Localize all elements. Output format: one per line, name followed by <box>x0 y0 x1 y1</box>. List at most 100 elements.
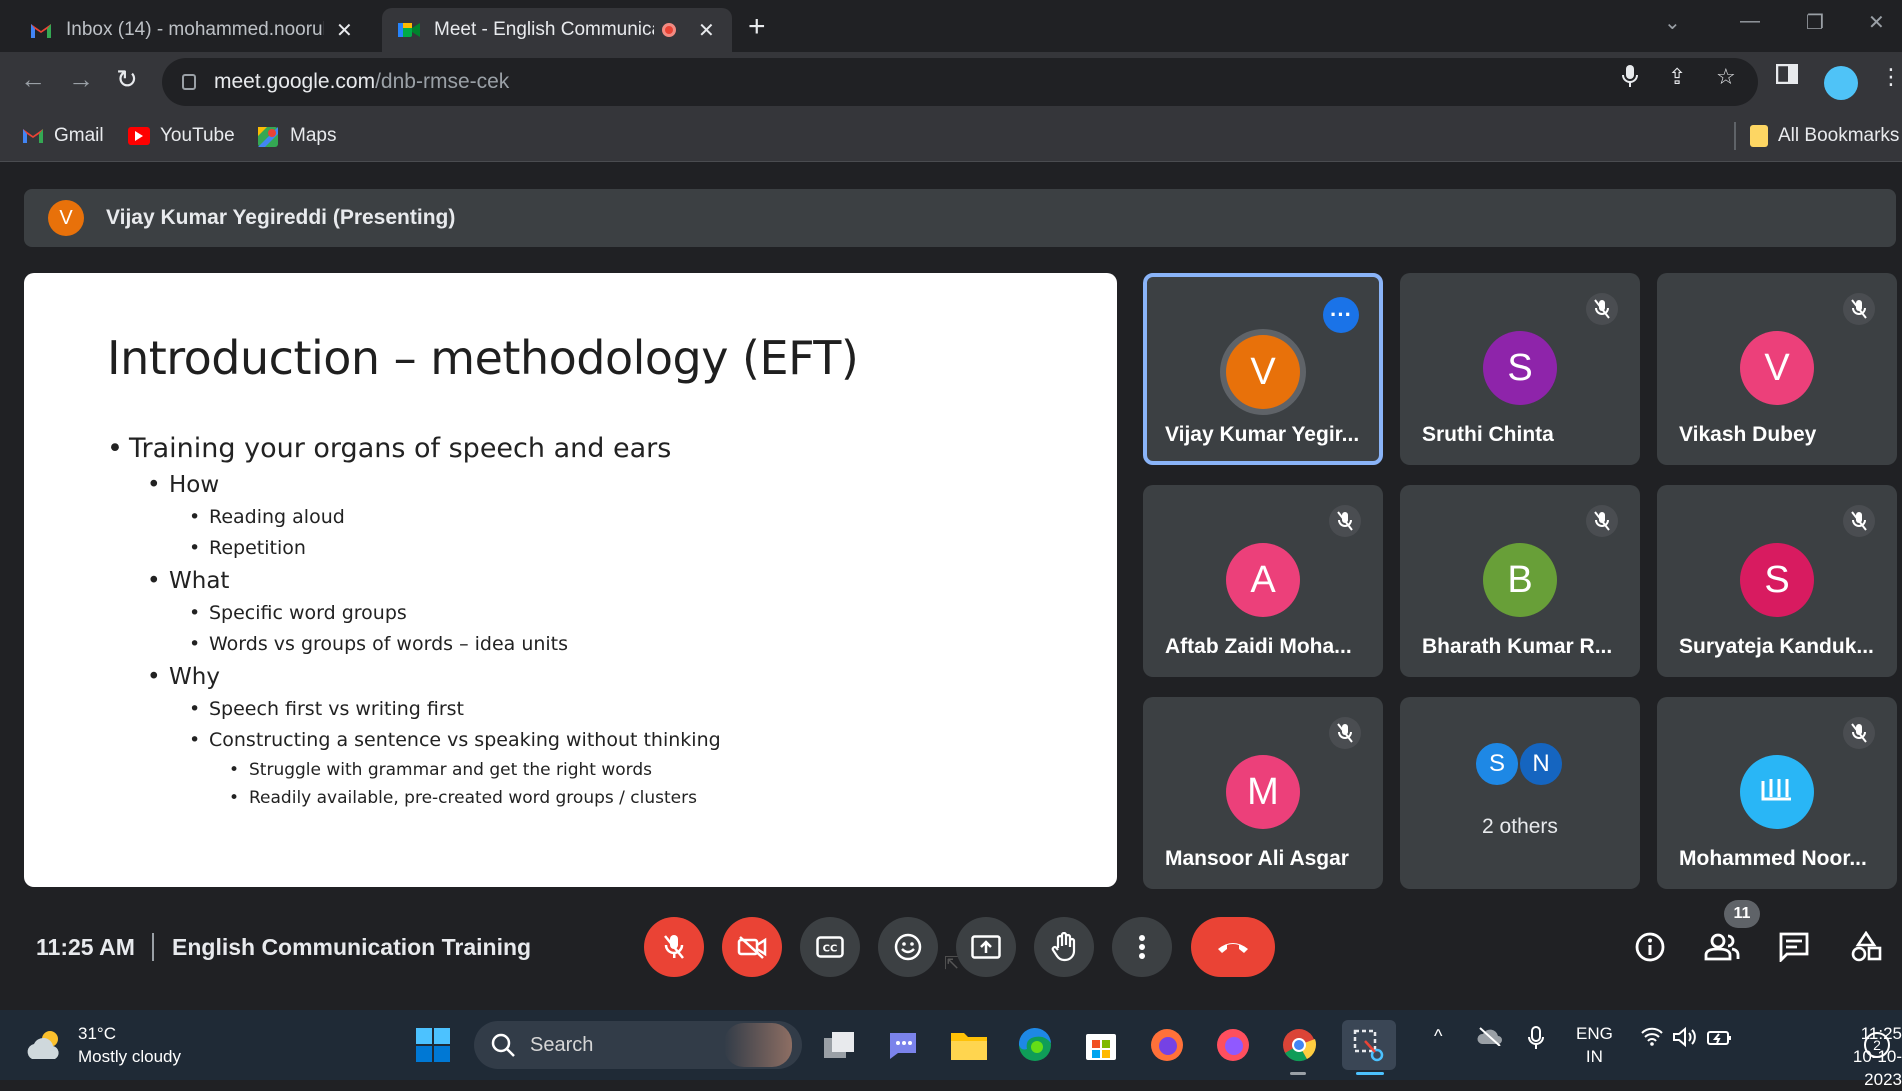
present-screen-button[interactable] <box>956 917 1016 977</box>
camera-toggle-button[interactable] <box>722 917 782 977</box>
participant-count-badge: 11 <box>1724 900 1760 928</box>
address-bar[interactable]: meet.google.com/dnb-rmse-cek <box>162 58 1758 106</box>
url-text[interactable]: meet.google.com/dnb-rmse-cek <box>214 70 509 94</box>
onedrive-cloud-icon[interactable] <box>1476 1026 1504 1051</box>
captions-button[interactable]: CC <box>800 917 860 977</box>
share-icon[interactable]: ⇪ <box>1668 64 1686 90</box>
tab-google-meet[interactable]: Meet - English Communicati ✕ <box>382 8 732 52</box>
bookmark-youtube[interactable]: YouTube <box>128 125 235 147</box>
tab-gmail-inbox[interactable]: Inbox (14) - mohammed.noorull ✕ <box>14 8 376 52</box>
folder-icon <box>951 1033 987 1060</box>
snipping-tool-app[interactable] <box>1342 1020 1396 1070</box>
slide-bullet: Readily available, pre-created word grou… <box>107 788 721 808</box>
participant-profile-picture <box>1740 755 1814 829</box>
participant-tile[interactable]: S Suryateja Kanduk... <box>1657 485 1897 677</box>
participant-name: Bharath Kumar R... <box>1422 635 1613 658</box>
all-bookmarks-folder[interactable]: All Bookmarks <box>1750 125 1899 147</box>
close-window-icon[interactable]: ✕ <box>1868 10 1885 35</box>
store-icon <box>1086 1034 1116 1060</box>
participant-tile[interactable]: S Sruthi Chinta <box>1400 273 1640 465</box>
hand-icon <box>1051 932 1076 962</box>
firefox-private-app[interactable] <box>1214 1026 1252 1064</box>
notification-count-badge[interactable]: 2 <box>1864 1032 1890 1058</box>
taskbar-search-box[interactable]: Search <box>474 1021 802 1069</box>
edge-app[interactable] <box>1016 1026 1054 1064</box>
tab-search-chevron-icon[interactable]: ⌄ <box>1664 10 1681 35</box>
folder-icon <box>1750 125 1768 147</box>
chrome-app[interactable] <box>1280 1026 1318 1064</box>
people-icon <box>1704 933 1740 961</box>
participant-tile[interactable]: Mohammed Noor... <box>1657 697 1897 889</box>
bookmark-gmail[interactable]: Gmail <box>22 125 104 147</box>
slide-bullet: Specific word groups <box>107 602 721 624</box>
weather-widget[interactable]: 31°C Mostly cloudy <box>24 1022 181 1068</box>
tab-title: Meet - English Communicati <box>434 19 654 40</box>
more-options-button[interactable] <box>1112 917 1172 977</box>
restore-icon[interactable]: ❐ <box>1806 10 1824 35</box>
slide-title: Introduction – methodology (EFT) <box>107 331 859 385</box>
browser-menu-icon[interactable]: ⋮ <box>1880 64 1902 90</box>
forward-arrow-icon[interactable]: → <box>68 64 94 95</box>
gmail-icon <box>22 127 44 145</box>
activities-button[interactable] <box>1846 927 1886 967</box>
svg-text:CC: CC <box>823 944 838 955</box>
leave-call-button[interactable] <box>1191 917 1275 977</box>
microphone-icon[interactable] <box>1528 1026 1544 1055</box>
mic-off-icon <box>1586 293 1618 325</box>
gmail-icon <box>30 19 52 41</box>
mic-off-icon <box>1329 505 1361 537</box>
hang-up-phone-icon <box>1218 943 1248 953</box>
close-tab-icon[interactable]: ✕ <box>698 18 715 43</box>
file-explorer-app[interactable] <box>950 1026 988 1064</box>
more-options-icon[interactable]: ··· <box>1323 297 1359 333</box>
bookmark-label: YouTube <box>160 125 235 146</box>
task-view-button[interactable] <box>820 1026 858 1064</box>
back-arrow-icon[interactable]: ← <box>20 64 46 95</box>
chat-button[interactable] <box>1774 927 1814 967</box>
raise-hand-button[interactable] <box>1034 917 1094 977</box>
volume-icon[interactable] <box>1672 1026 1698 1053</box>
bookmarks-bar: Gmail YouTube Maps All Bookmarks <box>0 112 1902 162</box>
windows-logo-icon <box>416 1028 450 1062</box>
others-tile[interactable]: S N 2 others <box>1400 697 1640 889</box>
wifi-icon[interactable] <box>1640 1026 1664 1051</box>
search-label: Search <box>530 1033 594 1056</box>
microsoft-store-app[interactable] <box>1082 1026 1120 1064</box>
slide-bullet: Words vs groups of words – idea units <box>107 633 721 655</box>
search-highlight-image <box>724 1023 792 1067</box>
reactions-button[interactable] <box>878 917 938 977</box>
microphone-indicator-icon[interactable] <box>1622 64 1638 94</box>
participant-mini-avatar: N <box>1518 741 1564 787</box>
reload-icon[interactable]: ↻ <box>116 64 138 95</box>
participant-tile[interactable]: M Mansoor Ali Asgar <box>1143 697 1383 889</box>
participant-tile[interactable]: ··· V Vijay Kumar Yegir... <box>1143 273 1383 465</box>
bookmark-star-icon[interactable]: ☆ <box>1716 64 1736 90</box>
show-hidden-icons-chevron-icon[interactable]: ^ <box>1434 1026 1442 1047</box>
presenter-name: Vijay Kumar Yegireddi (Presenting) <box>106 206 456 229</box>
participant-mini-avatar: S <box>1474 741 1520 787</box>
close-tab-icon[interactable]: ✕ <box>336 18 353 43</box>
microphone-toggle-button[interactable] <box>644 917 704 977</box>
meeting-details-button[interactable] <box>1630 927 1670 967</box>
bookmark-maps[interactable]: Maps <box>258 125 336 147</box>
side-panel-icon[interactable] <box>1775 63 1799 90</box>
profile-avatar[interactable] <box>1824 66 1858 100</box>
chat-bubble-icon <box>890 1033 916 1059</box>
battery-charging-icon[interactable] <box>1706 1026 1732 1053</box>
participant-name: Mohammed Noor... <box>1679 847 1867 870</box>
windows-start-button[interactable] <box>414 1026 452 1064</box>
participant-tile[interactable]: A Aftab Zaidi Moha... <box>1143 485 1383 677</box>
minimize-icon[interactable]: — <box>1740 10 1760 33</box>
participant-tile[interactable]: V Vikash Dubey <box>1657 273 1897 465</box>
people-button[interactable] <box>1702 927 1742 967</box>
windows-taskbar: 31°C Mostly cloudy Search ^ ENG IN 11:25… <box>0 1010 1902 1089</box>
slide-bullet: Constructing a sentence vs speaking with… <box>107 729 721 751</box>
participant-tile[interactable]: B Bharath Kumar R... <box>1400 485 1640 677</box>
cloud-sun-icon <box>27 1031 59 1059</box>
new-tab-plus-icon[interactable]: + <box>748 10 766 44</box>
firefox-app[interactable] <box>1148 1026 1186 1064</box>
system-clock[interactable]: 11:25 10-10-2023 <box>1816 1022 1902 1091</box>
teams-chat-app[interactable] <box>884 1026 922 1064</box>
meeting-title: English Communication Training <box>172 934 532 960</box>
input-language-indicator[interactable]: ENG IN <box>1576 1022 1613 1068</box>
